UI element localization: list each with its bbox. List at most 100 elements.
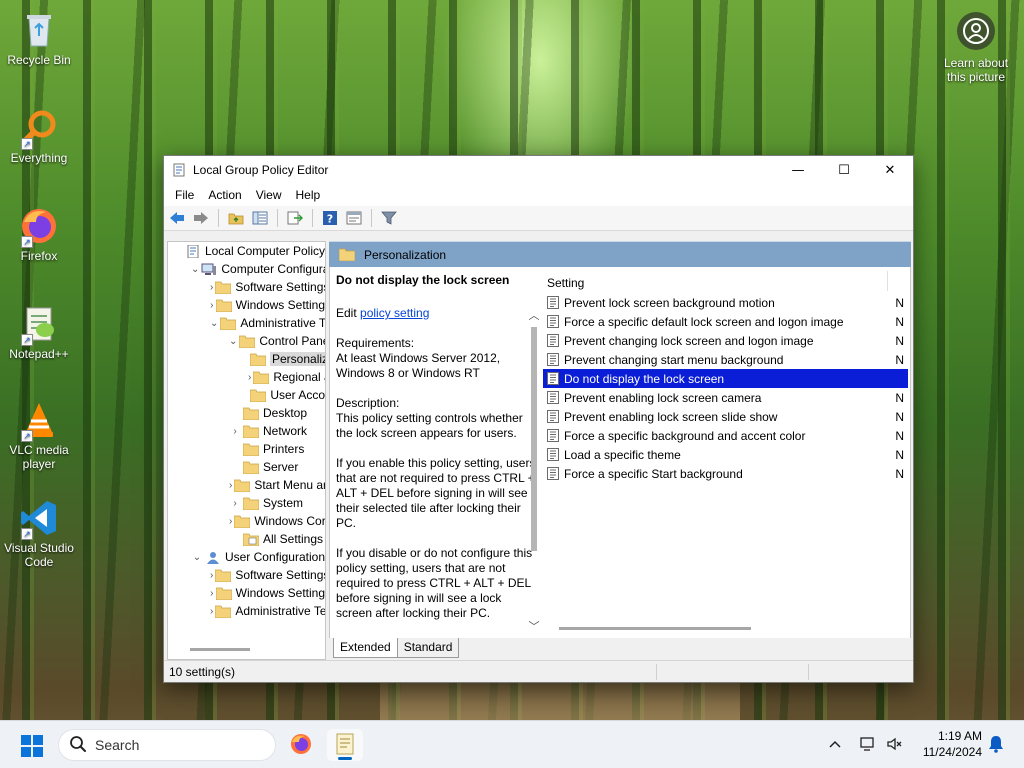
menu-file[interactable]: File [168,188,201,202]
tree-item[interactable]: › System [168,494,325,512]
setting-row[interactable]: Prevent lock screen background motion N [543,293,908,312]
chevron-up-icon[interactable]: ︿ [526,307,542,323]
settings-hscroll-thumb[interactable] [559,627,751,630]
desktop-icon-everything[interactable]: ↗ Everything [1,108,77,165]
taskbar-clock[interactable]: 1:19 AM 11/24/2024 [923,728,982,760]
policy-setting-icon [547,372,559,385]
chevron-right-icon[interactable]: › [229,516,232,527]
notifications[interactable] [988,721,1004,768]
setting-row[interactable]: Do not display the lock screen [543,369,908,388]
forward-arrow-icon[interactable] [192,209,210,227]
setting-row[interactable]: Prevent enabling lock screen slide show N [543,407,908,426]
chevron-right-icon[interactable]: › [229,426,241,437]
setting-row[interactable]: Force a specific Start background N [543,464,908,483]
tree-item[interactable]: All Settings [168,530,325,548]
chevron-down-icon[interactable]: ﹀ [526,618,542,634]
chevron-right-icon[interactable]: › [210,606,213,617]
tree-item[interactable]: › Windows Cor [168,512,325,530]
tree-item[interactable]: Personaliz [168,350,325,368]
chevron-right-icon[interactable]: › [210,300,214,311]
setting-row[interactable]: Prevent changing start menu background N [543,350,908,369]
tree-item-label: Printers [263,442,305,456]
setting-row[interactable]: Force a specific background and accent c… [543,426,908,445]
tree-item[interactable]: ⌄ Control Panel [168,332,325,350]
details-pane: Personalization Do not display the lock … [329,241,911,660]
tree-item[interactable]: ⌄ Computer Configura [168,260,325,278]
desktop-icon-recycle-bin[interactable]: Recycle Bin [1,10,77,67]
tree-item[interactable]: › Regional a [168,368,325,386]
title-bar[interactable]: Local Group Policy Editor — ☐ ✕ [164,156,913,184]
tree-item[interactable]: › Administrative Te [168,602,325,620]
show-hide-tree-icon[interactable] [251,209,269,227]
setting-row[interactable]: Force a specific default lock screen and… [543,312,908,331]
tree-item-label: Administrative Te [235,604,326,618]
tree-item[interactable]: ⌄ User Configuration [168,548,325,566]
chevron-down-icon[interactable]: ⌄ [191,264,199,275]
tree-item[interactable]: Server [168,458,325,476]
tree-item[interactable]: › Windows Setting [168,296,325,314]
tree-hscroll-thumb[interactable] [190,648,250,651]
column-header-setting[interactable]: Setting [543,267,910,293]
column-divider[interactable] [887,271,888,291]
chevron-down-icon[interactable]: ⌄ [229,336,237,347]
description-disable-text: If you disable or do not configure this … [336,546,533,620]
minimize-button[interactable]: — [775,156,821,184]
up-folder-icon[interactable] [227,209,245,227]
export-list-icon[interactable] [286,209,304,227]
folder-icon [215,587,233,600]
chevron-down-icon[interactable]: ⌄ [210,318,218,329]
policy-setting-link[interactable]: policy setting [360,306,429,320]
maximize-button[interactable]: ☐ [821,156,867,184]
tree-item[interactable]: › Windows Setting [168,584,325,602]
tab-extended[interactable]: Extended [333,638,398,658]
tree-item[interactable]: User Acco [168,386,325,404]
vscode-icon: ↗ [19,498,59,540]
tree-item-label: Desktop [263,406,308,420]
taskbar-search[interactable]: Search [58,729,276,761]
taskbar-policy-editor[interactable] [327,729,363,761]
setting-row[interactable]: Prevent enabling lock screen camera N [543,388,908,407]
tree-item[interactable]: › Software Settings [168,566,325,584]
taskbar-firefox[interactable] [283,729,319,761]
show-hidden-icons[interactable] [828,721,842,768]
windows-start-icon[interactable] [20,734,44,758]
properties-icon[interactable] [345,209,363,227]
menu-help[interactable]: Help [289,188,328,202]
tree-item[interactable]: ⌄ Administrative Te [168,314,325,332]
close-button[interactable]: ✕ [867,156,913,184]
tree-item[interactable]: Local Computer Policy [168,242,325,260]
chevron-right-icon[interactable]: › [248,372,251,383]
chevron-right-icon[interactable]: › [229,480,232,491]
tree-item[interactable]: Desktop [168,404,325,422]
chevron-down-icon[interactable]: ⌄ [191,552,203,563]
learn-about-picture[interactable]: Learn about this picture [936,12,1016,84]
filter-icon[interactable] [380,209,398,227]
chevron-right-icon[interactable]: › [229,498,241,509]
setting-state: N [895,333,904,348]
menu-action[interactable]: Action [201,188,248,202]
back-arrow-icon[interactable] [168,209,186,227]
tree-item[interactable]: › Software Settings [168,278,325,296]
toolbar: ? [164,206,913,231]
tree-item[interactable]: Printers [168,440,325,458]
tree-item[interactable]: › Network [168,422,325,440]
desktop-icon-vscode[interactable]: ↗ Visual Studio Code [1,498,77,569]
desktop-icon-vlc[interactable]: ↗ VLC media player [1,400,77,471]
desktop-icon-firefox[interactable]: ↗ Firefox [1,206,77,263]
chevron-right-icon[interactable]: › [210,282,213,293]
tree-item[interactable]: › Start Menu ar [168,476,325,494]
tray-volume[interactable] [886,721,904,768]
tab-standard[interactable]: Standard [396,638,460,658]
scroll-thumb[interactable] [531,327,537,551]
setting-row[interactable]: Prevent changing lock screen and logon i… [543,331,908,350]
help-icon[interactable]: ? [321,209,339,227]
setting-row[interactable]: Load a specific theme N [543,445,908,464]
chevron-right-icon[interactable]: › [210,588,214,599]
policy-editor-app-icon [172,163,186,177]
setting-name: Load a specific theme [564,447,681,462]
desktop-icon-notepadpp[interactable]: ↗ Notepad++ [1,304,77,361]
chevron-right-icon[interactable]: › [210,570,213,581]
menu-view[interactable]: View [249,188,289,202]
tray-network[interactable] [860,721,878,768]
description-scrollbar[interactable]: ︿ ﹀ [526,303,542,638]
